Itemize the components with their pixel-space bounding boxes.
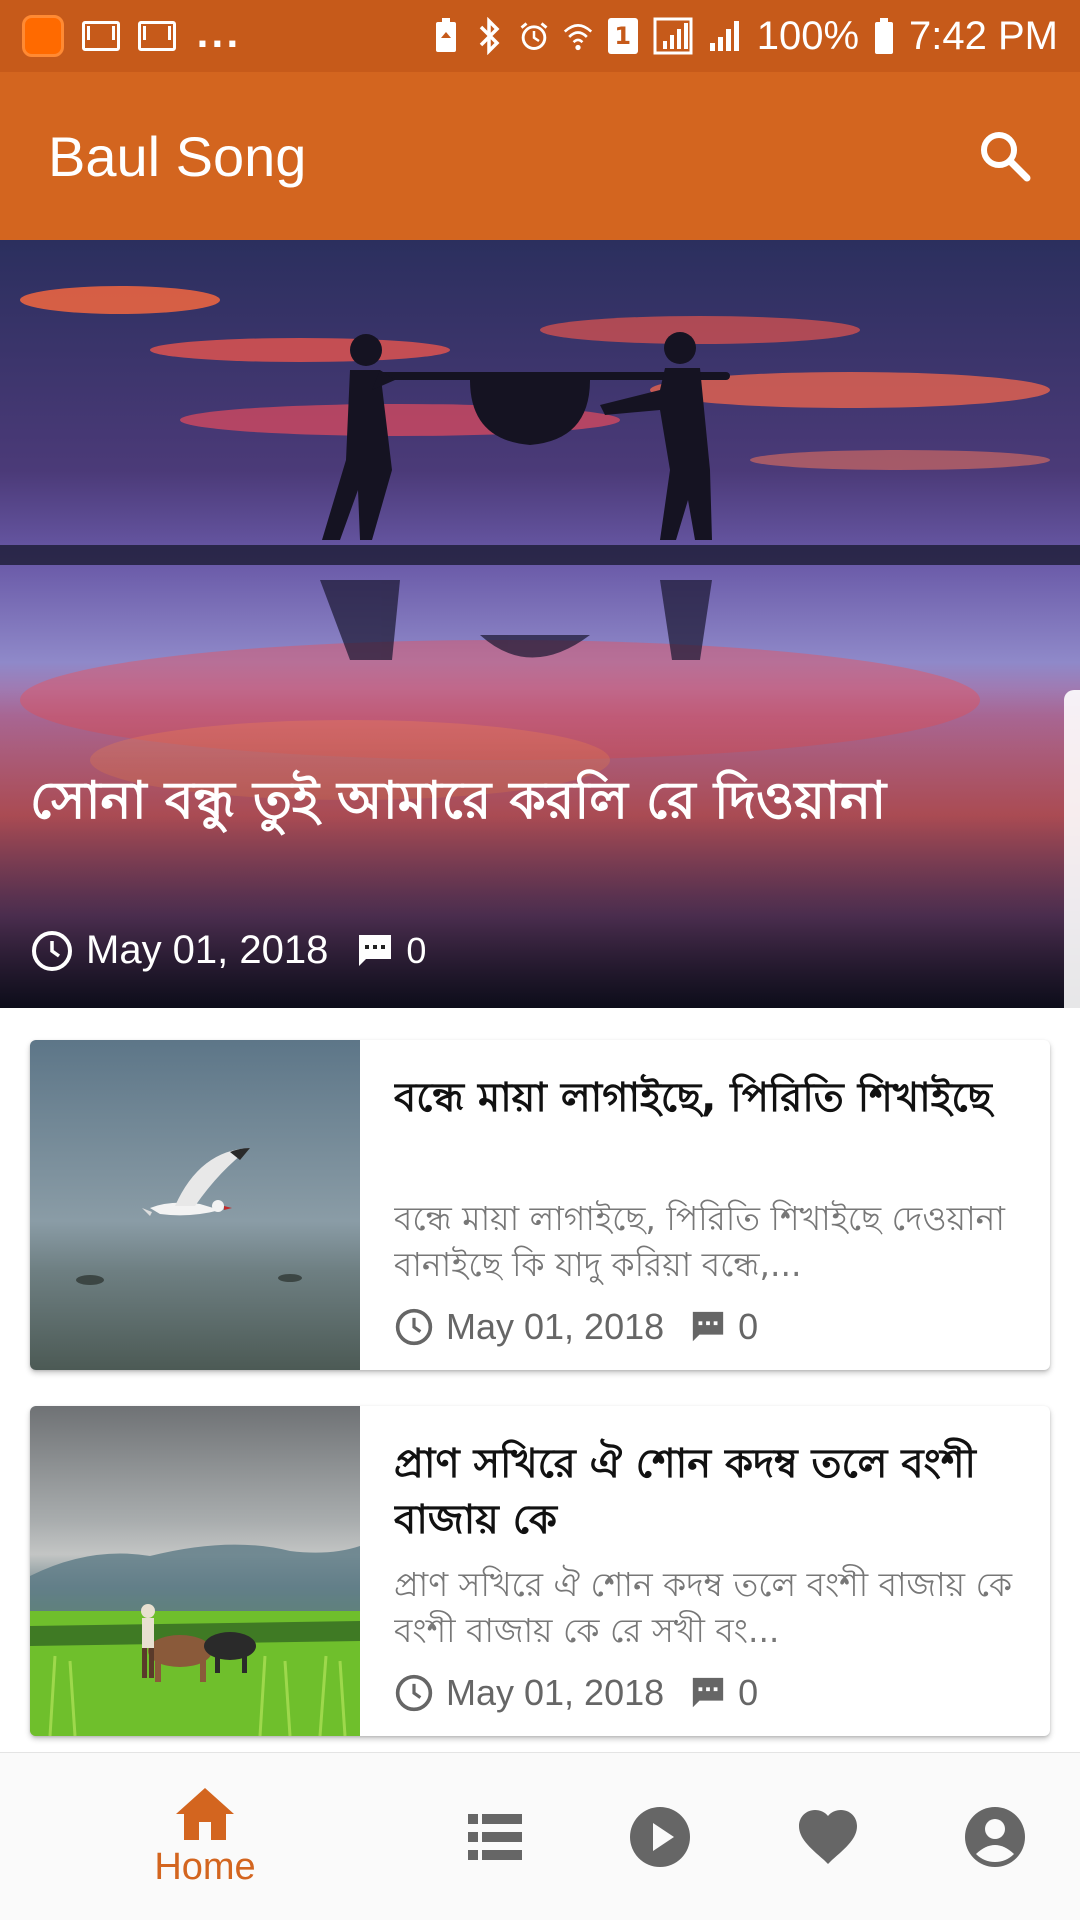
comment-icon [359,934,392,966]
post-comment-count: 0 [738,1306,759,1347]
home-icon [176,1787,234,1840]
post-excerpt: বন্ধে মায়া লাগাইছে, পিরিতি শিখাইছে দেওয… [394,1199,1005,1284]
scroll-handle[interactable] [1064,690,1080,1008]
post-meta: May 01, 2018 0 [394,1672,758,1714]
sim-icon: 1 [607,17,639,55]
signal-icon [707,17,743,55]
bottom-navigation: Home [0,1752,1080,1920]
post-card[interactable]: বন্ধে মায়া লাগাইছে, পিরিতি শিখাইছে বন্ধ… [30,1040,1050,1370]
battery-saver-icon [431,17,461,55]
featured-post-meta: May 01, 2018 0 [30,928,426,973]
featured-post-title: সোনা বন্ধু তুই আমারে করলি রে দিওয়ানা [30,771,887,831]
clock-icon [395,1308,433,1346]
app-notification-icon [22,15,64,57]
battery-icon [873,17,895,55]
nav-account[interactable] [950,1753,1040,1920]
mail-icon [82,21,120,51]
post-thumbnail [30,1406,360,1736]
post-content: প্রাণ সখিরে ঐ শোন কদম্ব তলে বংশী বাজায় … [360,1406,1050,1736]
clock-icon [32,930,72,971]
post-meta: May 01, 2018 0 [394,1306,758,1348]
featured-post-comment-count: 0 [406,929,427,971]
signal-icon [653,17,693,55]
post-card[interactable]: প্রাণ সখিরে ঐ শোন কদম্ব তলে বংশী বাজায় … [30,1406,1050,1736]
wifi-icon [563,17,593,55]
list-icon [468,1814,522,1860]
post-title: প্রাণ সখিরে ঐ শোন কদম্ব তলে বংশী বাজায় … [394,1441,976,1543]
more-notifications: ... [196,16,241,56]
post-content: বন্ধে মায়া লাগাইছে, পিরিতি শিখাইছে বন্ধ… [360,1040,1050,1370]
post-date: May 01, 2018 [446,1672,665,1713]
mail-icon [138,21,176,51]
alarm-icon [519,17,549,55]
clock: 7:42 PM [909,13,1058,58]
heart-icon [799,1810,857,1864]
nav-home-label: Home [154,1845,256,1888]
clock-icon [395,1674,433,1712]
bluetooth-icon [475,17,505,55]
post-date: May 01, 2018 [446,1306,665,1347]
app-title: Baul Song [48,124,307,188]
post-thumbnail [30,1040,360,1370]
nav-player[interactable] [615,1753,705,1920]
post-title: বন্ধে মায়া লাগাইছে, পিরিতি শিখাইছে [394,1075,992,1121]
search-button[interactable] [970,121,1040,191]
status-bar: ... 1 100% 7:42 PM [0,0,1080,72]
play-icon [630,1807,690,1867]
search-icon [981,132,1031,182]
comment-icon [692,1311,724,1342]
featured-post-date: May 01, 2018 [86,928,329,972]
nav-favorites[interactable] [783,1753,873,1920]
app-bar: Baul Song [0,72,1080,240]
featured-post[interactable]: সোনা বন্ধু তুই আমারে করলি রে দিওয়ানা Ma… [0,240,1080,1008]
post-comment-count: 0 [738,1672,759,1713]
comment-icon [692,1677,724,1708]
battery-percentage: 100% [756,13,860,58]
nav-home[interactable]: Home [120,1753,290,1920]
post-excerpt: প্রাণ সখিরে ঐ শোন কদম্ব তলে বংশী বাজায় … [394,1565,1013,1650]
account-icon [965,1807,1025,1867]
nav-playlist[interactable] [450,1753,540,1920]
